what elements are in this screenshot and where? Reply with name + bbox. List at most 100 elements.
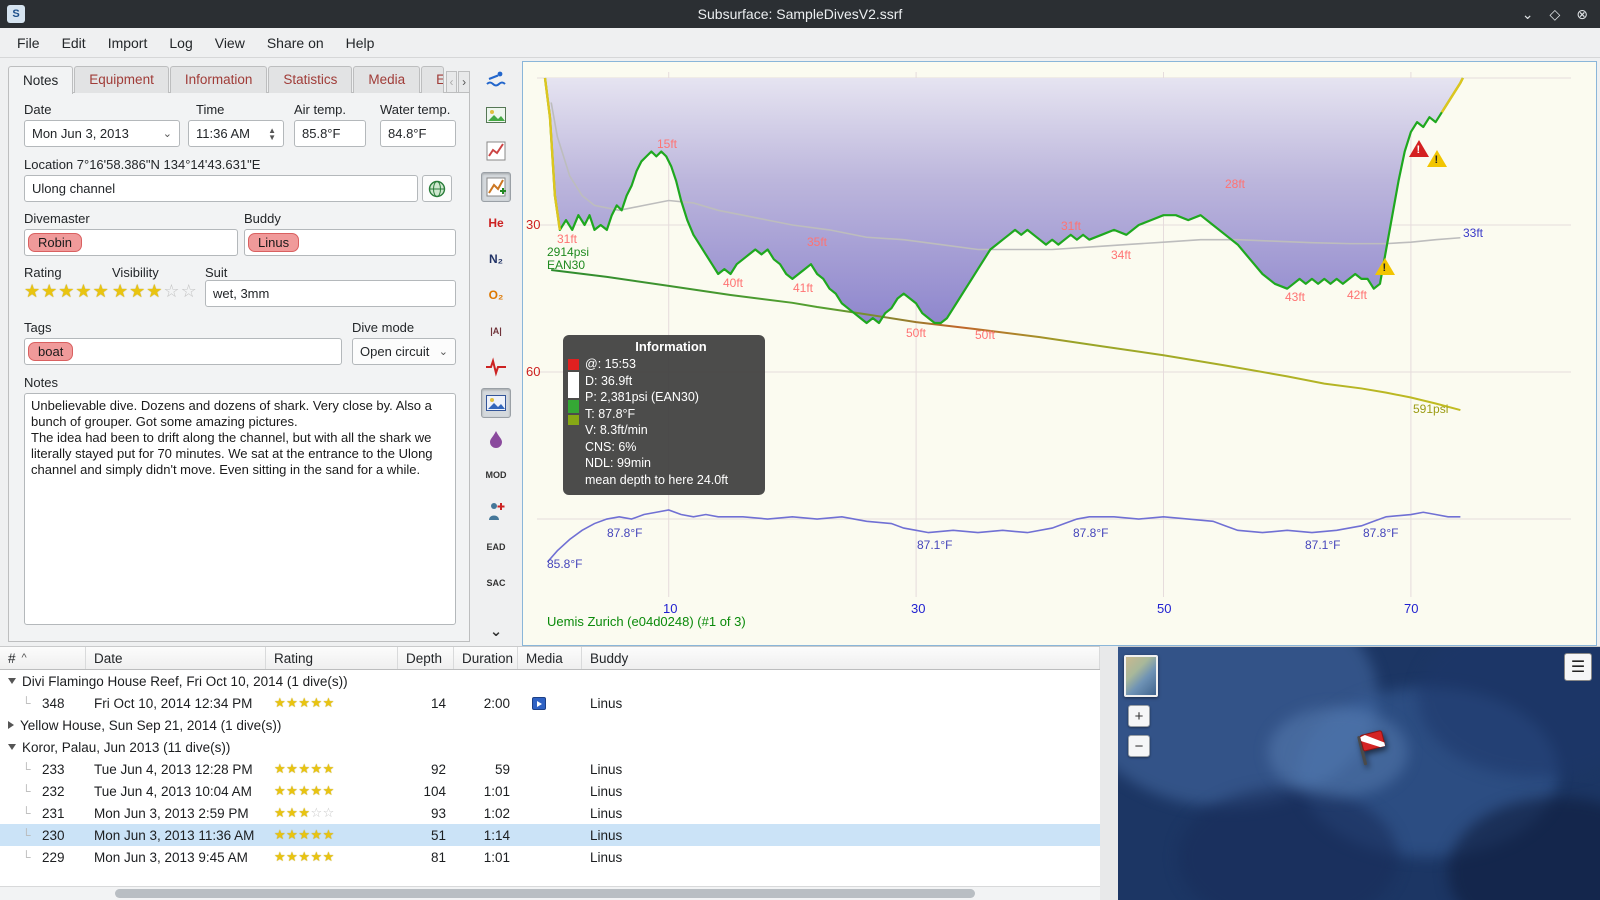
tab-statistics[interactable]: Statistics xyxy=(268,66,353,93)
date-combobox[interactable]: Mon Jun 3, 2013 ⌄ xyxy=(24,120,180,147)
visibility-stars[interactable]: ★★★☆☆ xyxy=(112,282,198,300)
column-header-num[interactable]: # ^ xyxy=(0,647,86,669)
spinner-arrows-icon[interactable]: ▲ ▼ xyxy=(268,126,276,141)
menu-share-on[interactable]: Share on xyxy=(256,30,335,56)
toolbar-ceiling-toggle[interactable] xyxy=(481,424,511,454)
dive-list-header: # ^ Date Rating Depth Duration Media Buddy xyxy=(0,647,1100,670)
profile-label: 87.1°F xyxy=(1305,538,1341,552)
map-menu-button[interactable]: ☰ xyxy=(1564,653,1592,681)
splitter[interactable] xyxy=(1100,646,1118,900)
map-widget[interactable]: + − ☰ xyxy=(1118,646,1600,900)
globe-icon xyxy=(428,180,446,197)
water-temp-label: Water temp. xyxy=(380,102,451,117)
divemaster-tag[interactable]: Robin xyxy=(28,233,82,252)
menu-file[interactable]: File xyxy=(6,30,51,56)
expand-icon[interactable] xyxy=(8,721,14,729)
zoom-out-button[interactable]: − xyxy=(1128,735,1150,757)
toolbar-dive-computer-icon[interactable] xyxy=(481,64,511,94)
dive-mode-select[interactable]: Open circuit ⌄ xyxy=(352,338,456,365)
toolbar-profile-chart-icon[interactable] xyxy=(481,136,511,166)
toolbar-show-photos-toggle[interactable] xyxy=(481,388,511,418)
buddy-input[interactable]: Linus xyxy=(244,229,456,256)
divelist-dive-row[interactable]: └ 232 Tue Jun 4, 2013 10:04 AM ★★★★★ 104 1:01… xyxy=(0,780,1100,802)
notes-textarea[interactable]: Unbelievable dive. Dozens and dozens of … xyxy=(24,393,456,625)
tags-input[interactable]: boat xyxy=(24,338,342,365)
toolbar-air-toggle[interactable]: |A| xyxy=(481,316,511,346)
profile-label: 31ft xyxy=(1061,219,1082,233)
close-icon[interactable]: ⊗ xyxy=(1576,6,1588,23)
profile-label: 43ft xyxy=(1285,290,1306,304)
map-overview-thumbnail[interactable] xyxy=(1124,655,1158,697)
location-input[interactable]: Ulong channel xyxy=(24,175,418,202)
maximize-icon[interactable]: ◇ xyxy=(1549,6,1560,23)
divelist-group-row[interactable]: Divi Flamingo House Reef, Fri Oct 10, 20… xyxy=(0,670,1100,692)
dive-buddy-cell: Linus xyxy=(590,805,623,821)
zoom-in-button[interactable]: + xyxy=(1128,705,1150,727)
divelist-dive-row[interactable]: └ 231 Mon Jun 3, 2013 2:59 PM ★★★☆☆ 93 1:02 Li… xyxy=(0,802,1100,824)
divemaster-input[interactable]: Robin xyxy=(24,229,238,256)
profile-label: 87.8°F xyxy=(1073,526,1109,540)
minimize-icon[interactable]: ⌄ xyxy=(1522,6,1534,23)
globe-button[interactable] xyxy=(422,175,452,202)
toolbar-n2-toggle[interactable]: N₂ xyxy=(481,244,511,274)
tab-scroll-left-icon[interactable]: ‹ xyxy=(445,71,458,93)
toolbar-profile-scaled-icon[interactable] xyxy=(481,172,511,202)
scrollbar-thumb[interactable] xyxy=(115,889,975,898)
collapse-icon[interactable] xyxy=(8,744,16,750)
divelist-group-row[interactable]: Yellow House, Sun Sep 21, 2014 (1 dive(s… xyxy=(0,714,1100,736)
column-header-media[interactable]: Media xyxy=(518,647,582,669)
menu-view[interactable]: View xyxy=(204,30,256,56)
profile-label: 15ft xyxy=(657,137,678,151)
horizontal-scrollbar[interactable] xyxy=(0,886,1100,900)
date-label: Date xyxy=(24,102,52,117)
tab-equipment[interactable]: Equipment xyxy=(74,66,169,93)
column-header-rating[interactable]: Rating xyxy=(266,647,398,669)
menu-edit[interactable]: Edit xyxy=(51,30,97,56)
toolbar-ead-toggle[interactable]: EAD xyxy=(481,532,511,562)
dive-rating-cell: ★★★☆☆ xyxy=(266,802,398,824)
divelist-dive-row[interactable]: └ 230 Mon Jun 3, 2013 11:36 AM ★★★★★ 51 1:14 L… xyxy=(0,824,1100,846)
dive-number-cell: └ 231 xyxy=(22,805,65,821)
toolbar-photos-icon[interactable] xyxy=(481,100,511,130)
collapse-icon[interactable] xyxy=(8,678,16,684)
media-icon[interactable] xyxy=(532,696,546,710)
time-spinner[interactable]: 11:36 AM ▲ ▼ xyxy=(188,120,284,147)
column-header-duration[interactable]: Duration xyxy=(454,647,518,669)
rating-stars[interactable]: ★★★★★ xyxy=(24,282,110,300)
toolbar-deco-toggle[interactable] xyxy=(481,496,511,526)
tab-media[interactable]: Media xyxy=(353,66,421,93)
column-header-buddy[interactable]: Buddy xyxy=(582,647,1100,669)
toolbar-scroll-down-icon[interactable]: ⌄ xyxy=(481,616,511,646)
menu-help[interactable]: Help xyxy=(335,30,386,56)
air-temp-field[interactable]: 85.8°F xyxy=(294,120,366,147)
profile-label: 41ft xyxy=(793,281,814,295)
profile-label: 30 xyxy=(526,217,541,232)
column-header-depth[interactable]: Depth xyxy=(398,647,454,669)
profile-label: 591psi xyxy=(1413,402,1449,416)
toolbar-he-toggle[interactable]: He xyxy=(481,208,511,238)
toolbar-heartrate-toggle[interactable] xyxy=(481,352,511,382)
tab-scroll-right-icon[interactable]: › xyxy=(458,71,470,93)
column-header-date[interactable]: Date xyxy=(86,647,266,669)
buddy-tag[interactable]: Linus xyxy=(248,233,300,252)
divelist-group-row[interactable]: Koror, Palau, Jun 2013 (11 dive(s)) xyxy=(0,736,1100,758)
dive-duration-cell: 1:01 xyxy=(483,783,510,799)
tab-information[interactable]: Information xyxy=(169,66,268,93)
toolbar-o2-toggle[interactable]: O₂ xyxy=(481,280,511,310)
divelist-dive-row[interactable]: └ 229 Mon Jun 3, 2013 9:45 AM ★★★★★ 81 1:01 Li… xyxy=(0,846,1100,868)
infobox-line: CNS: 6% xyxy=(585,439,637,454)
divelist-dive-row[interactable]: └ 348 Fri Oct 10, 2014 12:34 PM ★★★★★ 14 2:00… xyxy=(0,692,1100,714)
toolbar-sac-toggle[interactable]: SAC xyxy=(481,568,511,598)
dive-media-cell xyxy=(518,780,582,802)
tag-boat[interactable]: boat xyxy=(28,342,74,361)
menu-log[interactable]: Log xyxy=(158,30,203,56)
profile-label: 35ft xyxy=(807,235,828,249)
dive-site-flag-marker[interactable] xyxy=(1340,727,1390,777)
menu-import[interactable]: Import xyxy=(97,30,159,56)
tab-notes[interactable]: Notes xyxy=(8,66,74,94)
toolbar-mod-toggle[interactable]: MOD xyxy=(481,460,511,490)
water-temp-field[interactable]: 84.8°F xyxy=(380,120,456,147)
suit-input[interactable]: wet, 3mm xyxy=(205,280,456,307)
tab-e[interactable]: E xyxy=(421,66,444,93)
divelist-dive-row[interactable]: └ 233 Tue Jun 4, 2013 12:28 PM ★★★★★ 92 59 Lin… xyxy=(0,758,1100,780)
